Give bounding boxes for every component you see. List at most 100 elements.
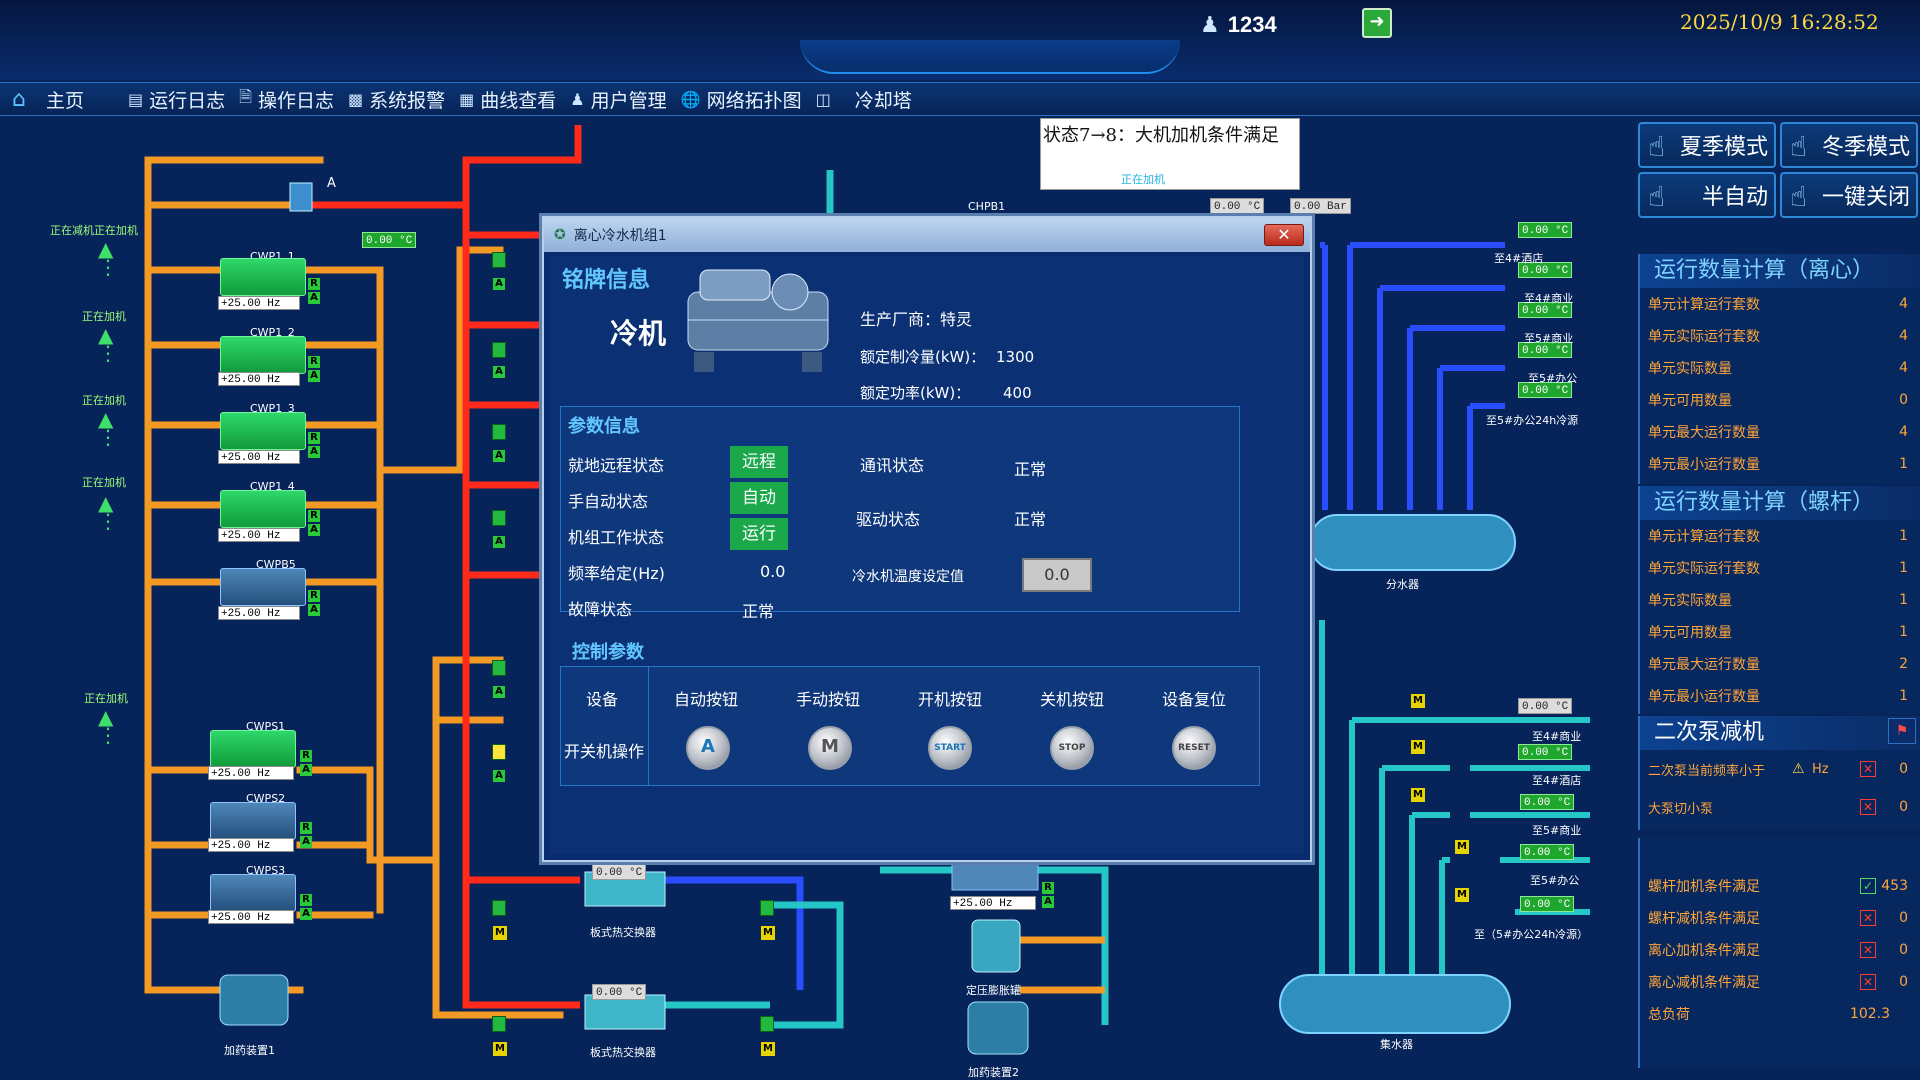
- user-icon: ♟: [570, 89, 585, 109]
- app-icon: ✪: [554, 227, 566, 243]
- remote-badge: R: [308, 278, 320, 290]
- return-temp-4: 0.00 °C: [1520, 896, 1575, 912]
- manual-badge: M: [493, 1042, 507, 1056]
- nav-item-alarm[interactable]: ▩ 系统报警: [348, 86, 445, 113]
- valve[interactable]: [492, 510, 506, 526]
- valve[interactable]: [492, 1016, 506, 1032]
- nav-item-curve[interactable]: ▦ 曲线查看: [459, 86, 556, 113]
- user-icon: ♟: [1200, 12, 1220, 38]
- pump-hz: +25.00 Hz: [208, 766, 294, 780]
- nav-item-home[interactable]: ⌂ 主页: [12, 86, 84, 113]
- status-sub: 正在加机: [1121, 173, 1165, 186]
- pump-cwps2[interactable]: [210, 802, 296, 840]
- start-button[interactable]: START: [928, 726, 972, 770]
- hx2-temp: 0.00 °C: [592, 984, 647, 1000]
- stop-button[interactable]: STOP: [1050, 726, 1094, 770]
- remote-badge: R: [300, 822, 312, 834]
- device-col-label: 设备: [586, 690, 619, 709]
- logout-button[interactable]: ➜: [1362, 8, 1392, 38]
- pump-cwp1-3[interactable]: [220, 412, 306, 450]
- remote-badge: R: [1042, 882, 1054, 894]
- return-label-1: 至4#酒店: [1532, 774, 1582, 787]
- pump-cwps1[interactable]: [210, 730, 296, 768]
- nav-item-cooling-tower[interactable]: ◫ 冷却塔: [816, 86, 912, 113]
- mode-label: 半自动: [1701, 185, 1768, 210]
- check-icon: ✓: [1860, 878, 1876, 894]
- up-arrow-icon: ▲ ⋮: [98, 323, 118, 365]
- top-valve: [289, 182, 313, 212]
- header-notch: [800, 40, 1180, 74]
- adding-label: 正在加机: [82, 476, 126, 489]
- adding-label: 正在加机: [82, 310, 126, 323]
- chiller-illustration: [680, 262, 840, 380]
- hx1-temp: 0.00 °C: [592, 864, 647, 880]
- nav-item-topology[interactable]: 🌐 网络拓扑图: [681, 86, 802, 113]
- semi-auto-button[interactable]: ☝ 半自动: [1638, 172, 1776, 218]
- nav-label: 主页: [45, 89, 84, 112]
- chilled-supply-pipes: [1320, 242, 1505, 510]
- clock-datetime: 2025/10/9 16:28:52: [1680, 10, 1879, 34]
- summer-mode-button[interactable]: ☝ 夏季模式: [1638, 122, 1776, 168]
- auto-badge: A: [308, 524, 320, 536]
- drive-value: 正常: [1014, 510, 1047, 529]
- status-note: 状态7→8：大机加机条件满足 正在加机: [1040, 118, 1300, 190]
- auto-badge: A: [300, 908, 312, 920]
- reset-button[interactable]: RESET: [1172, 726, 1216, 770]
- collapse-flag-button[interactable]: ⚑: [1888, 718, 1916, 744]
- panel-row: 单元可用数量 1: [1648, 624, 1908, 641]
- panel-row: 单元实际运行套数 4: [1648, 328, 1908, 345]
- params-title: 参数信息: [568, 416, 640, 437]
- button-label: 手动按钮: [796, 690, 861, 709]
- panel-row: 单元计算运行套数 4: [1648, 296, 1908, 313]
- valve[interactable]: [492, 744, 506, 760]
- local-remote-state[interactable]: 远程: [730, 446, 788, 478]
- inlet-temp: 0.00 °C: [362, 232, 417, 248]
- valve[interactable]: [492, 252, 506, 268]
- alarm-icon: ▩: [348, 89, 364, 109]
- supply-header-tank: [1309, 514, 1516, 571]
- valve[interactable]: [760, 1016, 774, 1032]
- adding-label: 正在加机: [84, 692, 128, 705]
- nav-item-run-log[interactable]: ▤ 运行日志: [128, 86, 225, 113]
- user-block[interactable]: ♟ 1234: [1200, 8, 1277, 42]
- doc-icon: 🗎: [239, 86, 252, 106]
- valve[interactable]: [492, 424, 506, 440]
- panel-secondary: 二次泵减机 二次泵当前频率小于 ⚠ Hz ✕ 0 大泵切小泵 ✕ 0: [1638, 716, 1920, 830]
- fail-icon: ✕: [1860, 761, 1876, 777]
- pump-cwpb5[interactable]: [220, 568, 306, 606]
- nav-item-user-mgmt[interactable]: ♟ 用户管理: [570, 86, 666, 113]
- close-button[interactable]: ✕: [1264, 224, 1304, 246]
- pump-cwp1-1[interactable]: [220, 258, 306, 296]
- auto-badge: A: [308, 292, 320, 304]
- manual-auto-state[interactable]: 自动: [730, 482, 788, 514]
- winter-mode-button[interactable]: ☝ 冬季模式: [1780, 122, 1918, 168]
- valve[interactable]: [492, 660, 506, 676]
- param-label: 通讯状态: [860, 456, 925, 475]
- nav-item-op-log[interactable]: 🗎 操作日志: [239, 86, 334, 113]
- fail-icon: ✕: [1860, 974, 1876, 990]
- one-key-off-button[interactable]: ☝ 一键关闭: [1780, 172, 1918, 218]
- auto-badge: A: [300, 764, 312, 776]
- auto-button[interactable]: A: [686, 726, 730, 770]
- dosing-unit-2: [967, 1001, 1029, 1055]
- pump-hz: +25.00 Hz: [218, 606, 300, 620]
- valve[interactable]: [760, 900, 774, 916]
- up-arrow-icon: ▲ ⋮: [98, 407, 118, 449]
- temp-set-input[interactable]: 0.0: [1022, 558, 1092, 592]
- work-state[interactable]: 运行: [730, 518, 788, 550]
- pump-cwp1-2[interactable]: [220, 336, 306, 374]
- pump-cwps3[interactable]: [210, 874, 296, 912]
- supply-temp-0: 0.00 °C: [1518, 222, 1573, 238]
- mode-label: 一键关闭: [1821, 185, 1910, 210]
- valve[interactable]: [492, 900, 506, 916]
- auto-badge: A: [493, 450, 505, 462]
- pump-cwp1-4[interactable]: [220, 490, 306, 528]
- manual-badge: M: [1455, 840, 1469, 854]
- dialog-titlebar[interactable]: ✪ 离心冷水机组1: [544, 218, 1310, 252]
- status-text: 状态7→8：大机加机条件满足: [1043, 125, 1279, 146]
- hx1-label: 板式热交换器: [590, 926, 656, 939]
- param-label: 手自动状态: [568, 492, 649, 511]
- dialog-body: 铭牌信息 冷机 生产厂商：特灵 额定制冷量(kW)： 1300 额定功率(kW)…: [550, 256, 1304, 854]
- manual-button[interactable]: M: [808, 726, 852, 770]
- valve[interactable]: [492, 342, 506, 358]
